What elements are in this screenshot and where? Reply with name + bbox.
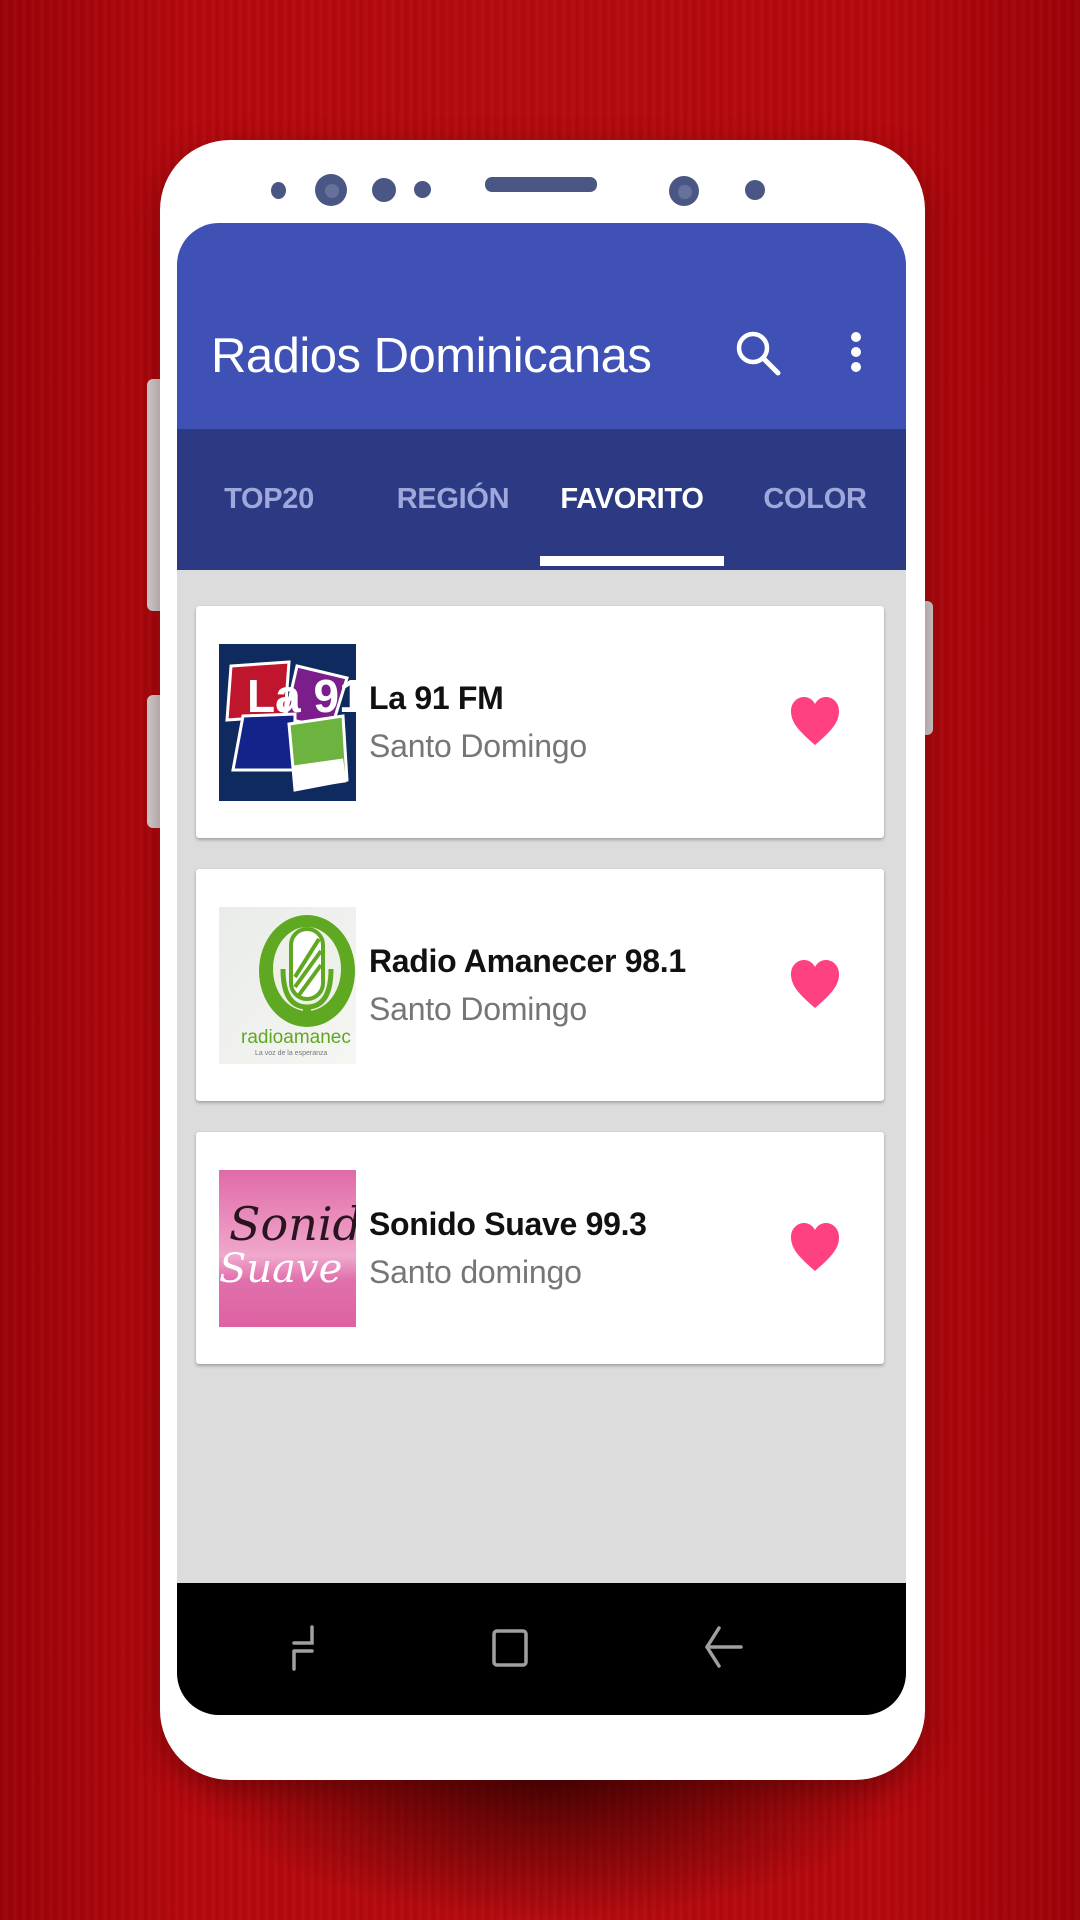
station-name: La 91 FM <box>369 680 504 716</box>
radio-amanecer-logo: radioamanec La voz de la esperanza <box>219 907 356 1064</box>
home-icon <box>492 1629 528 1667</box>
tab-region[interactable]: REGIÓN <box>361 429 545 570</box>
recent-apps-button[interactable] <box>272 1613 342 1683</box>
tab-favorito[interactable]: FAVORITO <box>540 429 724 570</box>
station-location: Santo domingo <box>369 1254 582 1290</box>
system-navigation-bar <box>177 1583 906 1715</box>
earpiece-speaker <box>485 177 597 192</box>
station-card[interactable]: La 91 La 91 FM Santo Domingo <box>196 606 884 838</box>
sensor-dot <box>745 180 765 200</box>
search-button[interactable] <box>733 328 785 380</box>
tab-bar: TOP20 REGIÓN FAVORITO COLOR <box>177 429 906 570</box>
more-vert-icon <box>851 332 861 372</box>
favorite-button[interactable] <box>789 1221 841 1275</box>
favorite-button[interactable] <box>789 958 841 1012</box>
logo-tagline: La voz de la esperanza <box>255 1050 327 1057</box>
sonido-suave-logo: Sonido Suave <box>219 1170 356 1327</box>
sensor-dot <box>372 178 396 202</box>
tab-color[interactable]: COLOR <box>723 429 906 570</box>
recent-apps-icon <box>292 1625 314 1671</box>
station-card[interactable]: Sonido Suave Sonido Suave 99.3 Santo dom… <box>196 1132 884 1364</box>
back-icon <box>705 1626 743 1668</box>
station-card[interactable]: radioamanec La voz de la esperanza Radio… <box>196 869 884 1101</box>
la-91-logo: La 91 <box>219 644 356 801</box>
station-location: Santo Domingo <box>369 728 587 764</box>
tab-top20[interactable]: TOP20 <box>177 429 361 570</box>
station-name: Radio Amanecer 98.1 <box>369 943 686 979</box>
sensor-dot <box>271 182 286 199</box>
heart-icon <box>791 697 839 745</box>
overflow-menu-button[interactable] <box>837 328 875 380</box>
heart-icon <box>791 1223 839 1271</box>
app-bar: Radios Dominicanas <box>177 223 906 429</box>
front-camera <box>315 174 347 206</box>
home-button[interactable] <box>474 1613 544 1683</box>
favorite-button[interactable] <box>789 695 841 749</box>
logo-text: Suave <box>219 1246 342 1292</box>
logo-text: radioamanec <box>241 1027 351 1048</box>
app-title: Radios Dominicanas <box>211 329 652 383</box>
secondary-camera <box>669 176 699 206</box>
back-button[interactable] <box>689 1613 759 1683</box>
logo-text: La 91 <box>247 670 356 722</box>
logo-text: Sonido <box>229 1197 356 1251</box>
tab-indicator <box>540 556 724 566</box>
phone-screen: Radios Dominicanas TOP20 REGIÓN FAVORITO… <box>177 223 906 1715</box>
heart-icon <box>791 960 839 1008</box>
phone-shadow <box>190 1760 910 1920</box>
sensor-dot <box>414 181 431 198</box>
station-name: Sonido Suave 99.3 <box>369 1206 647 1242</box>
search-icon <box>736 331 781 376</box>
station-location: Santo Domingo <box>369 991 587 1027</box>
